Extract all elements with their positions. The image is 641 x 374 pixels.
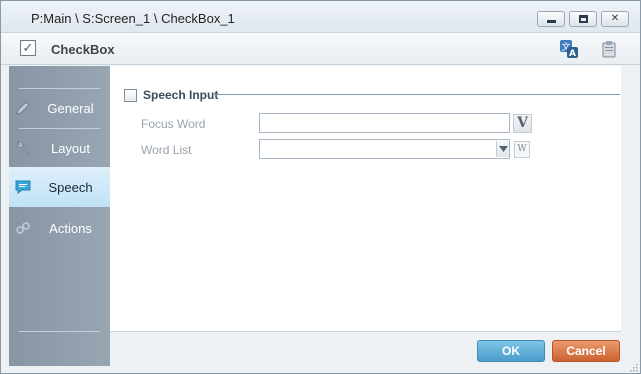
sidebar-item-label: Actions <box>49 220 92 236</box>
cancel-button[interactable]: Cancel <box>552 340 620 362</box>
sidebar-divider <box>19 331 100 332</box>
maximize-icon <box>578 15 588 23</box>
word-list-editor-button[interactable]: W <box>514 141 530 158</box>
word-list-dropdown[interactable] <box>259 139 510 159</box>
clipboard-icon <box>602 41 616 58</box>
translate-icon: 文 A <box>560 40 578 59</box>
editor-title: CheckBox <box>51 42 115 57</box>
title-bar[interactable]: P:Main \ S:Screen_1 \ CheckBox_1 ✕ <box>1 1 640 33</box>
speech-panel: Speech Input Focus Word V Word List W <box>110 66 621 332</box>
focus-word-input[interactable] <box>259 113 510 133</box>
maximize-button[interactable] <box>569 11 597 27</box>
dialog-window: P:Main \ S:Screen_1 \ CheckBox_1 ✕ ✓ Che… <box>0 0 641 374</box>
dialog-footer: OK Cancel <box>110 332 640 372</box>
focus-word-variable-button[interactable]: V <box>513 114 532 133</box>
minimize-button[interactable] <box>537 11 565 27</box>
speech-input-checkbox[interactable] <box>124 89 137 102</box>
translate-button[interactable]: 文 A <box>559 39 579 59</box>
svg-text:A: A <box>569 49 576 59</box>
sidebar-item-layout[interactable]: Layout <box>9 128 110 168</box>
sidebar-item-label: Speech <box>48 179 93 195</box>
word-list-dropdown-button[interactable] <box>496 141 509 157</box>
sidebar-item-speech[interactable]: Speech <box>9 167 110 207</box>
close-icon: ✕ <box>610 13 620 24</box>
word-list-label: Word List <box>141 143 192 157</box>
focus-word-label: Focus Word <box>141 117 206 131</box>
clipboard-button[interactable] <box>599 39 619 59</box>
sidebar-item-general[interactable]: General <box>9 88 110 128</box>
sidebar-item-label: Layout <box>50 140 91 156</box>
sidebar-item-actions[interactable]: Actions <box>9 208 110 248</box>
sidebar: General Layout Speech Actions <box>9 66 110 366</box>
ok-button[interactable]: OK <box>477 340 545 362</box>
group-divider <box>214 94 620 95</box>
resize-grip-icon[interactable] <box>629 363 638 372</box>
speech-input-title: Speech Input <box>143 88 219 102</box>
sidebar-item-label: General <box>47 100 94 116</box>
editor-header: ✓ CheckBox 文 A <box>1 33 640 65</box>
chevron-down-icon <box>498 146 508 152</box>
close-button[interactable]: ✕ <box>601 11 629 27</box>
checkbox-icon: ✓ <box>20 40 36 56</box>
minimize-icon <box>546 20 556 23</box>
window-title: P:Main \ S:Screen_1 \ CheckBox_1 <box>31 11 235 26</box>
